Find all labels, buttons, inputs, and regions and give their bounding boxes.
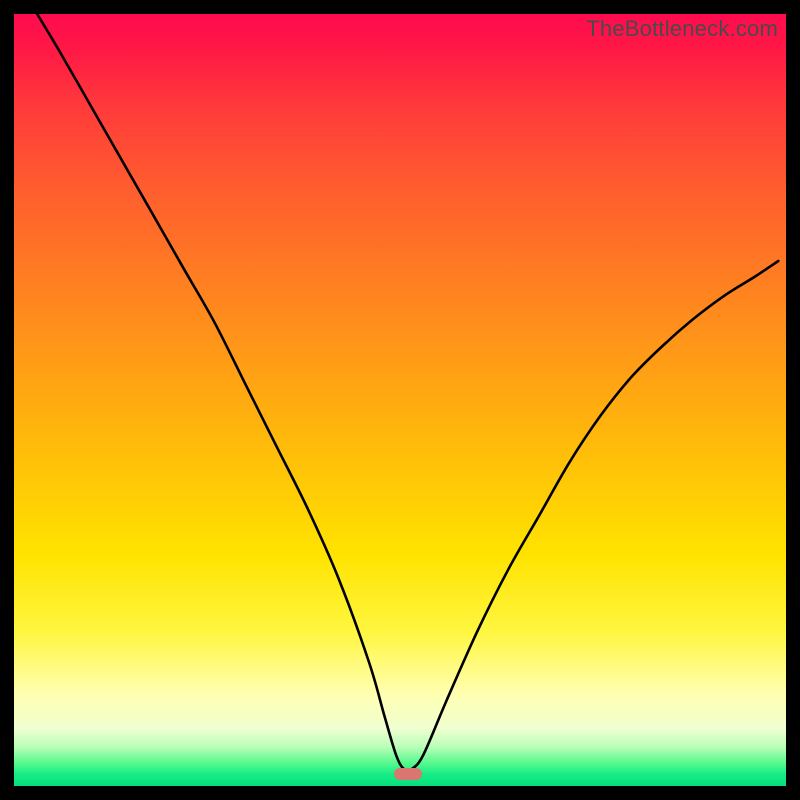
optimal-point-marker (394, 768, 422, 780)
watermark-label: TheBottleneck.com (586, 16, 778, 42)
chart-frame: TheBottleneck.com (14, 14, 786, 786)
bottleneck-curve-svg (14, 14, 786, 786)
plot-area: TheBottleneck.com (14, 14, 786, 786)
bottleneck-curve (37, 14, 778, 771)
